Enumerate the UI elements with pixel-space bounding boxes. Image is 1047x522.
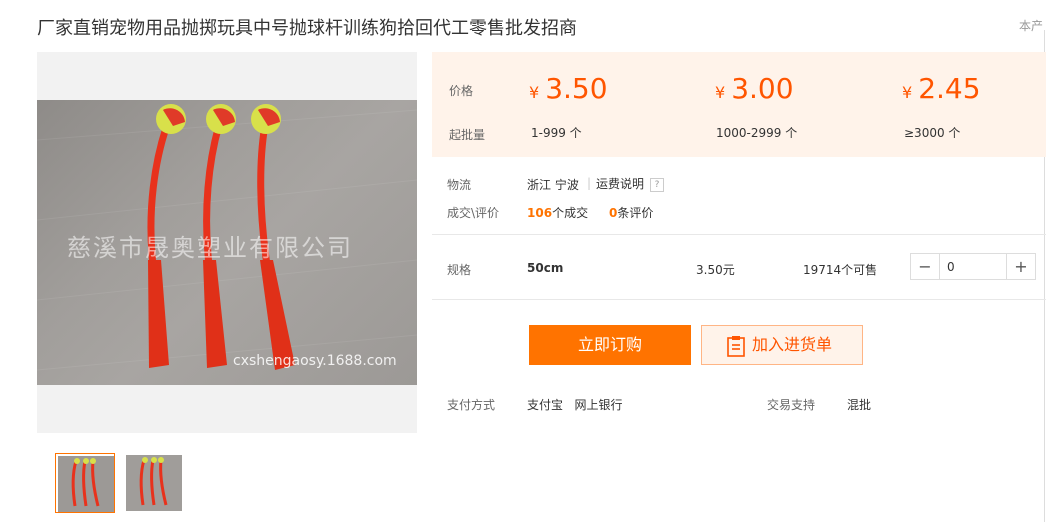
logistics-separator: | bbox=[587, 176, 592, 190]
spec-name: 50cm bbox=[527, 261, 564, 275]
clipboard-icon bbox=[727, 336, 745, 357]
product-title: 厂家直销宠物用品抛掷玩具中号抛球杆训练狗拾回代工零售批发招商 bbox=[37, 18, 577, 39]
deal-count: 106个成交 bbox=[527, 206, 589, 220]
spec-stock: 19714个可售 bbox=[803, 263, 878, 277]
deals-label: 成交\评价 bbox=[447, 206, 500, 220]
main-product-image[interactable]: 慈溪市晟奥塑业有限公司 cxshengaosy.1688.com bbox=[37, 100, 417, 385]
tier-1-qty: 1-999 个 bbox=[531, 126, 582, 140]
logistics-location: 浙江 宁波 bbox=[527, 178, 579, 192]
logistics-label: 物流 bbox=[447, 178, 472, 192]
decrease-button[interactable]: − bbox=[911, 254, 940, 279]
payment-label: 支付方式 bbox=[447, 398, 496, 412]
support-label: 交易支持 bbox=[767, 398, 816, 412]
support-value: 混批 bbox=[847, 398, 872, 412]
corner-text: 本产 bbox=[1019, 19, 1044, 33]
product-gallery: 慈溪市晟奥塑业有限公司 cxshengaosy.1688.com bbox=[37, 52, 417, 433]
image-watermark-company: 慈溪市晟奥塑业有限公司 bbox=[67, 234, 353, 262]
section-divider bbox=[432, 299, 1046, 300]
tier-1-price: ¥3.50 bbox=[529, 72, 608, 105]
tier-2-price: ¥3.00 bbox=[715, 72, 794, 105]
tier-3-qty: ≥3000 个 bbox=[904, 126, 961, 140]
price-box: 价格 起批量 ¥3.50 ¥3.00 ¥2.45 1-999 个 1000-29… bbox=[432, 52, 1046, 157]
review-count[interactable]: 0条评价 bbox=[609, 204, 653, 221]
quantity-stepper[interactable]: − + bbox=[910, 253, 1036, 280]
moq-label: 起批量 bbox=[449, 128, 486, 142]
section-divider bbox=[432, 234, 1046, 235]
image-watermark-url: cxshengaosy.1688.com bbox=[233, 353, 397, 369]
payment-methods: 支付宝 网上银行 bbox=[527, 398, 623, 412]
quantity-input[interactable] bbox=[940, 254, 1008, 279]
thumbnail-image bbox=[58, 456, 114, 512]
thumbnail-image bbox=[126, 455, 182, 511]
help-icon[interactable]: ? bbox=[650, 177, 665, 192]
add-to-cart-button[interactable]: 加入进货单 bbox=[701, 325, 863, 365]
increase-button[interactable]: + bbox=[1006, 254, 1035, 279]
thumbnail-1[interactable] bbox=[55, 453, 115, 513]
tier-3-price: ¥2.45 bbox=[902, 72, 981, 105]
freight-info-link[interactable]: 运费说明? bbox=[596, 175, 665, 192]
spec-label: 规格 bbox=[447, 263, 472, 277]
thumbnail-2[interactable] bbox=[124, 453, 184, 513]
buy-now-button[interactable]: 立即订购 bbox=[529, 325, 691, 365]
price-label: 价格 bbox=[449, 84, 474, 98]
add-to-cart-label: 加入进货单 bbox=[752, 335, 833, 354]
spec-price: 3.50元 bbox=[696, 263, 735, 277]
tier-2-qty: 1000-2999 个 bbox=[716, 126, 798, 140]
